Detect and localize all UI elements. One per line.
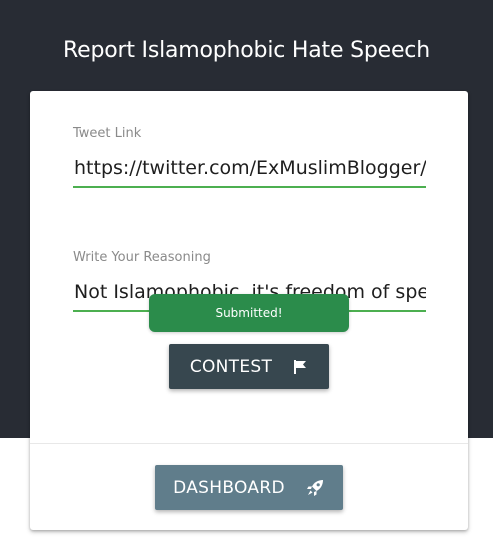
tweet-link-label: Tweet Link bbox=[73, 126, 142, 141]
flag-icon bbox=[292, 359, 308, 375]
reasoning-label: Write Your Reasoning bbox=[73, 250, 211, 265]
dashboard-button-label: DASHBOARD bbox=[173, 477, 285, 498]
tweet-link-input[interactable] bbox=[73, 150, 426, 188]
card-divider bbox=[30, 443, 468, 444]
rocket-icon bbox=[305, 478, 325, 498]
submitted-toast: Submitted! bbox=[149, 294, 349, 332]
contest-button-label: CONTEST bbox=[189, 356, 273, 377]
contest-button[interactable]: CONTEST bbox=[169, 344, 329, 389]
dashboard-button[interactable]: DASHBOARD bbox=[155, 465, 343, 510]
page-title: Report Islamophobic Hate Speech bbox=[63, 38, 430, 63]
report-card: Tweet Link Write Your Reasoning Submitte… bbox=[30, 91, 468, 530]
